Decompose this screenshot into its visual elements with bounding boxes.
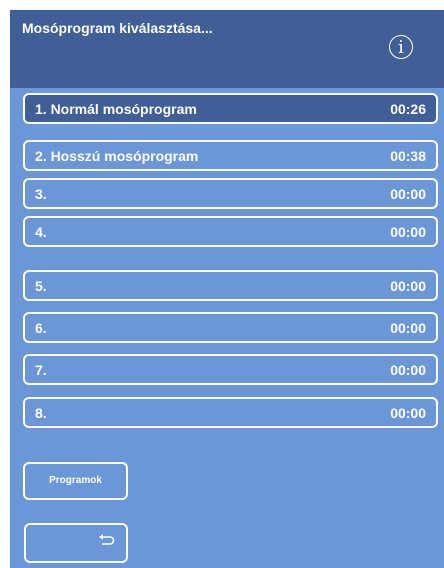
program-name: 1. Normál mosóprogram [35,101,197,117]
program-time: 00:00 [390,362,426,378]
program-item-8[interactable]: 8. 00:00 [23,397,438,428]
program-name: 3. [35,186,47,202]
program-item-3[interactable]: 3. 00:00 [23,178,438,209]
return-arrow-icon [99,534,115,545]
header-bar: Mosóprogram kiválasztása... i [10,10,444,88]
program-name: 7. [35,362,47,378]
program-time: 00:38 [390,148,426,164]
info-icon[interactable]: i [389,35,413,59]
program-time: 00:00 [390,186,426,202]
program-name: 2. Hosszú mosóprogram [35,148,199,164]
program-time: 00:00 [390,278,426,294]
program-name: 5. [35,278,47,294]
program-item-4[interactable]: 4. 00:00 [23,216,438,247]
program-item-7[interactable]: 7. 00:00 [23,354,438,385]
programs-button[interactable]: Programok [23,462,128,500]
program-time: 00:00 [390,224,426,240]
program-time: 00:00 [390,405,426,421]
program-time: 00:26 [390,101,426,117]
program-item-1[interactable]: 1. Normál mosóprogram 00:26 [23,93,438,124]
program-name: 6. [35,320,47,336]
back-button[interactable] [24,523,128,563]
program-item-5[interactable]: 5. 00:00 [23,270,438,301]
screen: Mosóprogram kiválasztása... i 1. Normál … [0,0,444,568]
program-name: 4. [35,224,47,240]
program-name: 8. [35,405,47,421]
main-panel: Mosóprogram kiválasztása... i 1. Normál … [10,10,444,568]
program-item-2[interactable]: 2. Hosszú mosóprogram 00:38 [23,140,438,171]
page-title: Mosóprogram kiválasztása... [22,20,213,36]
program-item-6[interactable]: 6. 00:00 [23,312,438,343]
program-time: 00:00 [390,320,426,336]
